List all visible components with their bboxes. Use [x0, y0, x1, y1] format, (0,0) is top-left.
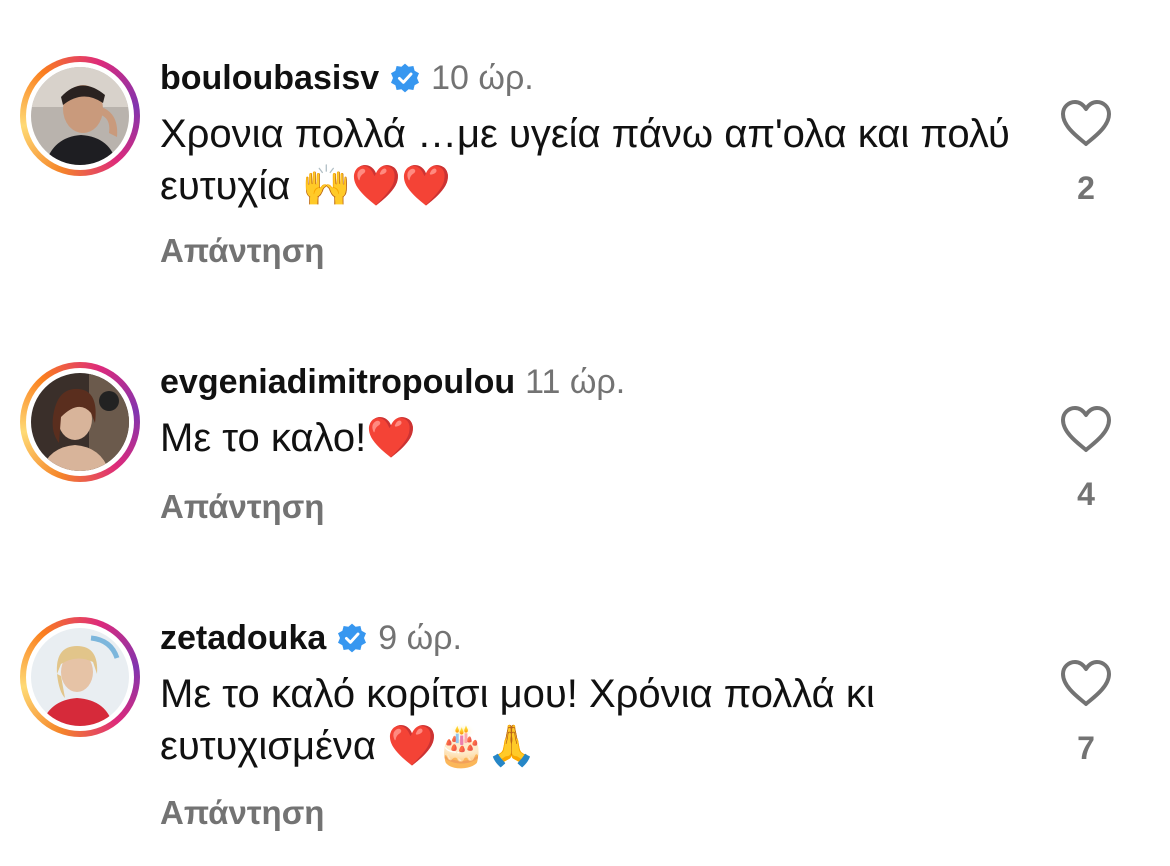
avatar: [31, 628, 129, 726]
avatar-story-ring[interactable]: [20, 617, 140, 737]
like-control: 2: [1056, 98, 1116, 207]
avatar-story-ring[interactable]: [20, 362, 140, 482]
verified-badge-icon: [336, 622, 368, 654]
comment-username[interactable]: bouloubasisv: [160, 58, 379, 98]
reply-button[interactable]: Απάντηση: [160, 232, 324, 270]
heart-outline-icon[interactable]: [1059, 98, 1113, 148]
comment-text: Με το καλο!❤️: [160, 416, 417, 460]
like-count: 4: [1077, 476, 1095, 512]
avatar-photo-icon: [31, 373, 129, 471]
comment-text: Με το καλό κορίτσι μου! Χρόνια πολλά κι …: [160, 672, 875, 768]
avatar: [31, 373, 129, 471]
like-count: 7: [1077, 730, 1095, 766]
comment-text: Χρονια πολλά …με υγεία πάνω απ'ολα και π…: [160, 112, 1010, 208]
heart-outline-icon[interactable]: [1059, 658, 1113, 708]
avatar-story-ring[interactable]: [20, 56, 140, 176]
comment-username[interactable]: evgeniadimitropoulou: [160, 362, 515, 402]
avatar-photo-icon: [31, 67, 129, 165]
comment-timestamp: 9 ώρ.: [378, 619, 462, 657]
heart-outline-icon[interactable]: [1059, 404, 1113, 454]
like-count: 2: [1077, 170, 1095, 206]
comment-timestamp: 11 ώρ.: [525, 363, 626, 401]
reply-button[interactable]: Απάντηση: [160, 488, 324, 526]
avatar: [31, 67, 129, 165]
comment-username[interactable]: zetadouka: [160, 618, 326, 658]
verified-badge-icon: [389, 62, 421, 94]
like-control: 4: [1056, 404, 1116, 513]
avatar-photo-icon: [31, 628, 129, 726]
comment-timestamp: 10 ώρ.: [431, 59, 534, 97]
reply-button[interactable]: Απάντηση: [160, 794, 324, 832]
like-control: 7: [1056, 658, 1116, 767]
